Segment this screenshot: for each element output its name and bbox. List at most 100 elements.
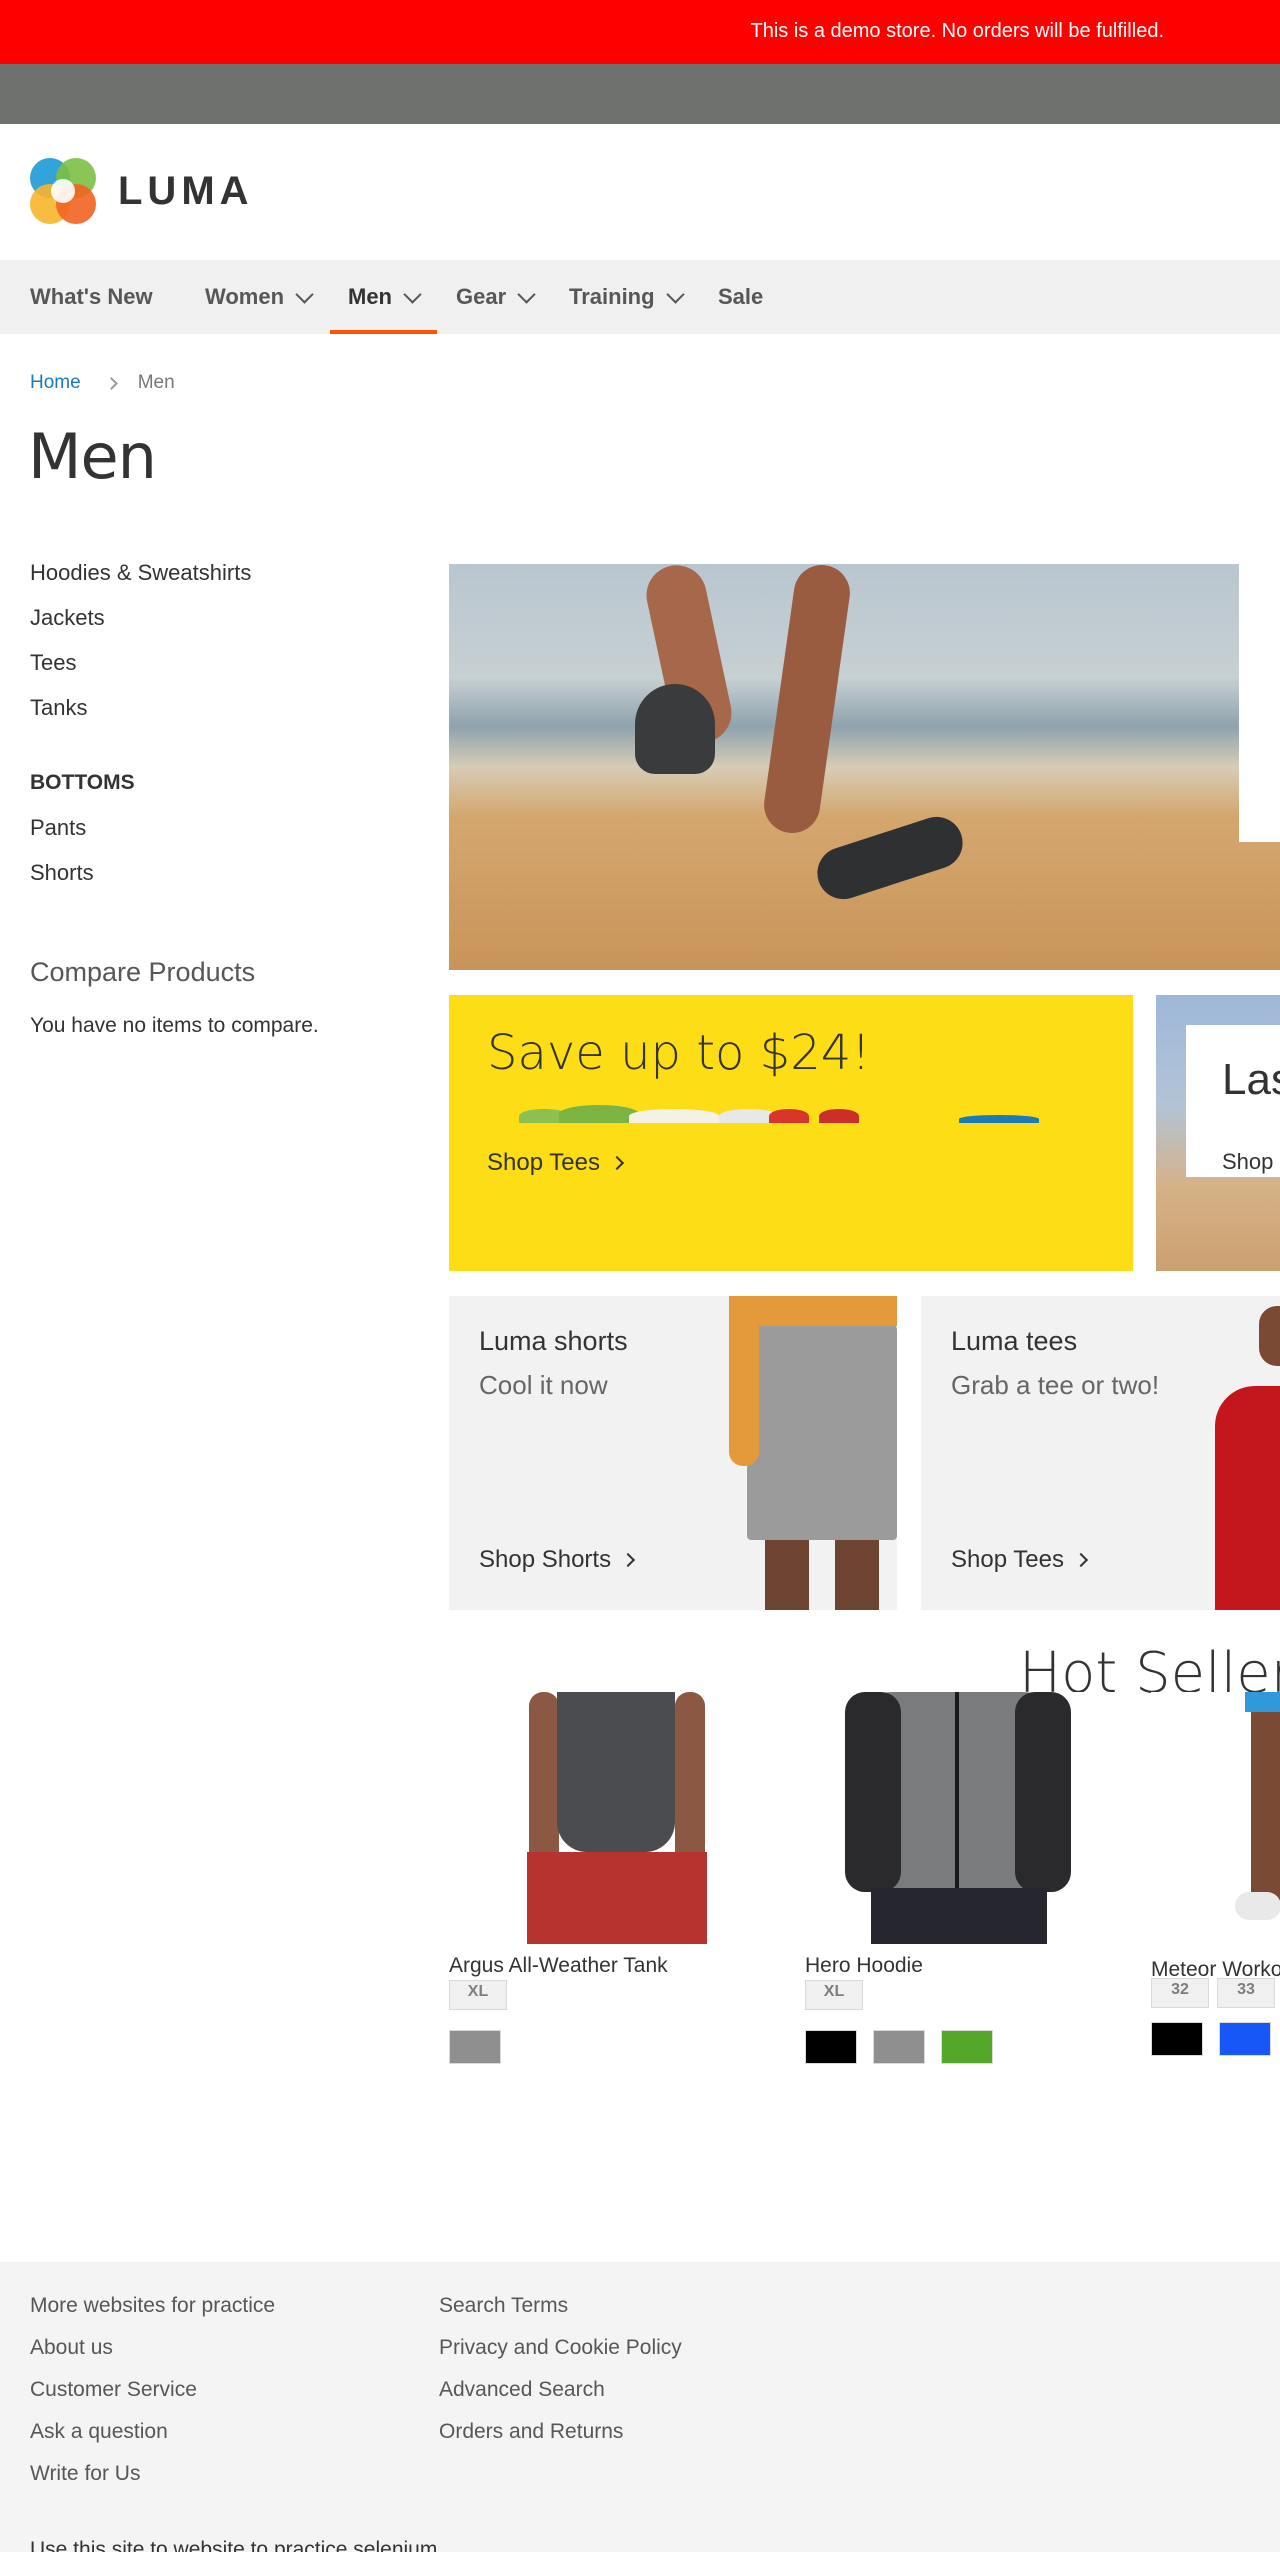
- product-image[interactable]: [805, 1692, 1125, 1944]
- nav-women[interactable]: Women: [205, 260, 314, 334]
- shop-tees-link[interactable]: Shop Tees: [951, 1546, 1089, 1574]
- color-swatch[interactable]: [1151, 2022, 1203, 2056]
- shorts-model-image: [729, 1296, 897, 1610]
- chevron-down-icon: [517, 284, 536, 304]
- color-swatches: [805, 2030, 1125, 2064]
- chevron-right-icon: [609, 1155, 625, 1171]
- shop-tees-link[interactable]: Shop Tees: [487, 1149, 625, 1177]
- size-swatch[interactable]: XL: [805, 1980, 863, 2010]
- size-swatch[interactable]: 33: [1217, 1978, 1275, 2008]
- logo-text: LUMA: [118, 168, 254, 213]
- hero-image-detail: [810, 810, 970, 906]
- promo-title: Las: [1222, 1055, 1280, 1104]
- promo-beach[interactable]: Las Shop: [1156, 995, 1280, 1271]
- nav-gear[interactable]: Gear: [456, 260, 536, 334]
- page-title: Men: [28, 420, 157, 493]
- nav-label: What's New: [30, 284, 153, 309]
- nav-training[interactable]: Training: [569, 260, 685, 334]
- nav-label: Gear: [456, 284, 507, 309]
- color-swatch[interactable]: [1219, 2022, 1271, 2056]
- link-label: Shop Tees: [951, 1546, 1064, 1573]
- product-image[interactable]: [449, 1692, 769, 1944]
- compare-products-title: Compare Products: [30, 957, 256, 987]
- footer-link-orders-returns[interactable]: Orders and Returns: [439, 2416, 682, 2458]
- breadcrumb: Home Men: [30, 372, 175, 394]
- sidebar-item-hoodies[interactable]: Hoodies & Sweatshirts: [30, 556, 410, 601]
- footer-link-advanced-search[interactable]: Advanced Search: [439, 2374, 682, 2416]
- size-swatch[interactable]: XL: [449, 1980, 507, 2010]
- hero-banner-runner[interactable]: [449, 564, 1280, 970]
- chevron-right-icon: [621, 1552, 636, 1568]
- tile-title: Luma tees: [951, 1326, 1078, 1356]
- footer-link-ask-question[interactable]: Ask a question: [30, 2416, 275, 2458]
- hero-image-detail: [635, 684, 715, 774]
- footer-bottom-text: Use this site to website to practice sel…: [30, 2538, 438, 2552]
- hero-image-detail: [760, 564, 854, 837]
- footer-links-col1: More websites for practice About us Cust…: [30, 2290, 275, 2500]
- link-label: Shop Shorts: [479, 1546, 612, 1573]
- chevron-right-icon: [1073, 1552, 1089, 1568]
- breadcrumb-home[interactable]: Home: [30, 372, 81, 394]
- product-card: Argus All-Weather Tank XL: [449, 1692, 769, 2064]
- site-footer: More websites for practice About us Cust…: [0, 2262, 1280, 2552]
- shop-shorts-link[interactable]: Shop Shorts: [479, 1546, 636, 1574]
- chevron-down-icon: [295, 284, 314, 304]
- color-swatches: [1151, 2022, 1280, 2056]
- color-swatches: [449, 2030, 769, 2064]
- product-name[interactable]: Hero Hoodie: [805, 1954, 1125, 1978]
- main-navigation: What's New Women Men Gear Training Sale: [0, 260, 1280, 334]
- sidebar-item-jackets[interactable]: Jackets: [30, 601, 410, 646]
- footer-link-privacy[interactable]: Privacy and Cookie Policy: [439, 2332, 682, 2374]
- sidebar-item-tees[interactable]: Tees: [30, 646, 410, 691]
- nav-label: Men: [348, 284, 392, 309]
- footer-link-customer-service[interactable]: Customer Service: [30, 2374, 275, 2416]
- promo-link[interactable]: Shop: [1222, 1149, 1273, 1175]
- color-swatch[interactable]: [449, 2030, 501, 2064]
- sidebar-item-tanks[interactable]: Tanks: [30, 691, 410, 736]
- tile-subtitle: Cool it now: [479, 1370, 608, 1400]
- nav-men[interactable]: Men: [330, 260, 437, 334]
- sidebar-item-shorts[interactable]: Shorts: [30, 856, 410, 901]
- category-sidebar: Hoodies & Sweatshirts Jackets Tees Tanks…: [30, 556, 410, 1038]
- nav-label: Training: [569, 284, 655, 309]
- tile-title: Luma shorts: [479, 1326, 628, 1356]
- color-swatch[interactable]: [941, 2030, 993, 2064]
- nav-sale[interactable]: Sale: [718, 260, 763, 334]
- sidebar-heading-bottoms: BOTTOMS: [30, 771, 135, 794]
- nav-label: Sale: [718, 284, 764, 309]
- luma-logo[interactable]: LUMA: [30, 156, 280, 226]
- sidebar-item-pants[interactable]: Pants: [30, 811, 410, 856]
- tees-model-image: [1201, 1306, 1280, 1610]
- nav-whats-new[interactable]: What's New: [30, 260, 153, 334]
- size-swatch[interactable]: 32: [1151, 1978, 1209, 2008]
- promo-luma-tees[interactable]: Luma tees Grab a tee or two! Shop Tees: [921, 1296, 1280, 1610]
- footer-links-col2: Search Terms Privacy and Cookie Policy A…: [439, 2290, 682, 2458]
- breadcrumb-current: Men: [137, 372, 175, 393]
- footer-link-write-for-us[interactable]: Write for Us: [30, 2458, 275, 2500]
- promo-box: Las Shop: [1186, 1025, 1280, 1177]
- color-swatch[interactable]: [805, 2030, 857, 2064]
- promo-save-tees[interactable]: Save up to $24! Shop Tees: [449, 995, 1133, 1271]
- footer-link-more-websites[interactable]: More websites for practice: [30, 2290, 275, 2332]
- product-card: Meteor Workout Short 32 33: [1151, 1692, 1280, 2056]
- product-image[interactable]: [1151, 1692, 1280, 1944]
- color-swatch[interactable]: [873, 2030, 925, 2064]
- hero-card: [1239, 564, 1280, 842]
- tees-image: [519, 1105, 1079, 1123]
- promo-luma-shorts[interactable]: Luma shorts Cool it now Shop Shorts: [449, 1296, 897, 1610]
- product-card: Hero Hoodie XL: [805, 1692, 1125, 2064]
- chevron-down-icon: [665, 284, 685, 304]
- header-panel: [0, 64, 1280, 124]
- footer-link-about-us[interactable]: About us: [30, 2332, 275, 2374]
- demo-store-notice-bar: This is a demo store. No orders will be …: [0, 0, 1280, 64]
- footer-link-search-terms[interactable]: Search Terms: [439, 2290, 682, 2332]
- chevron-right-icon: [104, 376, 118, 390]
- product-name[interactable]: Argus All-Weather Tank: [449, 1954, 769, 1978]
- luma-logo-icon: [30, 158, 96, 224]
- link-label: Shop Tees: [487, 1149, 600, 1176]
- promo-title: Save up to $24!: [487, 1025, 871, 1081]
- demo-store-notice: This is a demo store. No orders will be …: [750, 20, 1165, 42]
- site-header: LUMA: [0, 124, 1280, 260]
- hot-sellers-title: Hot Sellers: [1019, 1641, 1280, 1693]
- tile-subtitle: Grab a tee or two!: [951, 1370, 1160, 1400]
